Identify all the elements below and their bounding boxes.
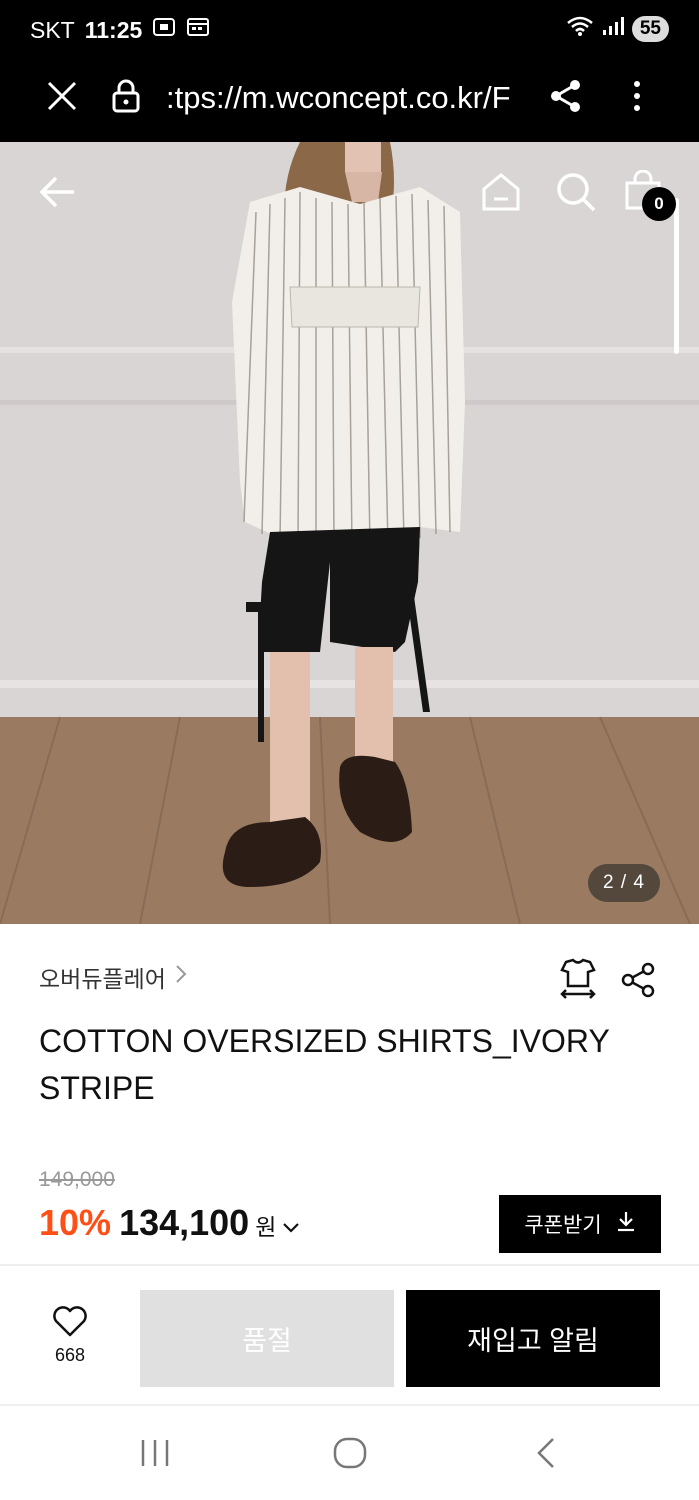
coupon-download-button[interactable]: 쿠폰받기 bbox=[499, 1195, 661, 1253]
currency-label: 원 bbox=[255, 1214, 277, 1240]
share-product-icon[interactable] bbox=[620, 962, 656, 1003]
status-bar: SKT 11:25 55 bbox=[0, 0, 699, 58]
discount-rate: 10% bbox=[39, 1202, 112, 1243]
page-scroll-indicator bbox=[674, 198, 679, 354]
download-icon bbox=[616, 1210, 636, 1238]
original-price: 149,000 bbox=[39, 1168, 115, 1191]
screen-record-icon bbox=[152, 16, 176, 44]
price-row[interactable]: 10% 134,100 원 bbox=[39, 1202, 300, 1244]
recent-apps-icon[interactable] bbox=[138, 1436, 172, 1475]
search-icon[interactable] bbox=[555, 171, 597, 218]
product-photo bbox=[0, 142, 699, 924]
image-counter: 2 / 4 bbox=[588, 864, 660, 902]
home-icon[interactable] bbox=[480, 171, 522, 218]
calendar-icon bbox=[186, 16, 210, 44]
heart-icon bbox=[51, 1306, 89, 1342]
battery-indicator: 55 bbox=[631, 15, 669, 42]
browser-toolbar: :tps://m.wconcept.co.kr/F bbox=[0, 58, 699, 142]
product-image-gallery[interactable] bbox=[0, 142, 699, 924]
coupon-button-label: 쿠폰받기 bbox=[524, 1214, 602, 1237]
lock-icon[interactable] bbox=[108, 78, 144, 119]
brand-name: 오버듀플레어 bbox=[39, 966, 166, 992]
clock: 11:25 bbox=[84, 16, 143, 43]
cart-count-badge: 0 bbox=[642, 187, 676, 221]
wifi-icon bbox=[566, 15, 594, 42]
system-navigation-bar bbox=[0, 1406, 699, 1500]
restock-alert-button[interactable]: 재입고 알림 bbox=[406, 1290, 660, 1387]
wishlist-count: 668 bbox=[54, 1345, 86, 1365]
soldout-button[interactable]: 품절 bbox=[140, 1290, 394, 1387]
back-arrow-icon[interactable] bbox=[38, 172, 78, 217]
url-field[interactable]: :tps://m.wconcept.co.kr/F bbox=[166, 80, 522, 116]
home-button-icon[interactable] bbox=[332, 1436, 368, 1475]
chevron-down-icon[interactable] bbox=[282, 1221, 300, 1240]
close-icon[interactable] bbox=[44, 78, 80, 119]
carrier-label: SKT bbox=[30, 16, 75, 43]
section-divider bbox=[0, 1264, 699, 1266]
chevron-right-icon bbox=[174, 963, 188, 991]
product-title: COTTON OVERSIZED SHIRTS_IVORY STRIPE bbox=[39, 1023, 610, 1106]
signal-icon bbox=[602, 15, 624, 42]
back-button-icon[interactable] bbox=[534, 1436, 558, 1475]
brand-link[interactable]: 오버듀플레어 bbox=[39, 960, 188, 994]
share-icon[interactable] bbox=[548, 78, 584, 119]
more-options-icon[interactable] bbox=[622, 78, 652, 119]
size-guide-icon[interactable] bbox=[558, 958, 598, 1005]
sale-price: 134,100 bbox=[119, 1202, 250, 1243]
wishlist-button[interactable]: 668 bbox=[40, 1304, 100, 1366]
